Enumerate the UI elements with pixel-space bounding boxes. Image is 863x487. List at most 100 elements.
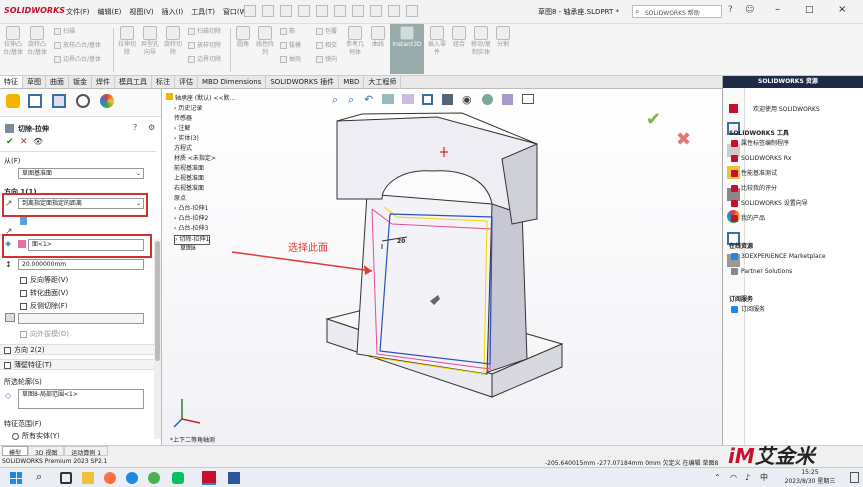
save-icon[interactable]	[298, 5, 310, 17]
tool-property-tab-builder[interactable]: 属性标签编制程序	[731, 140, 789, 148]
linear-pattern-button[interactable]: 线性阵列	[254, 26, 276, 57]
tab-dagongchengshi[interactable]: 大工程师	[364, 76, 402, 88]
thin-feature-section[interactable]: 薄壁特征(T)	[0, 359, 156, 370]
wrap-button[interactable]: 包覆	[316, 28, 337, 36]
wechat-icon[interactable]	[172, 472, 184, 484]
mirror-button[interactable]: 镜向	[316, 56, 337, 64]
translate-surface-checkbox[interactable]: 转化曲面(V)	[20, 288, 68, 298]
close-icon[interactable]: ×	[838, 4, 846, 15]
tab-mbd-dimensions[interactable]: MBD Dimensions	[198, 76, 267, 88]
sweep-button[interactable]: 扫描	[54, 28, 75, 36]
link-partner-solutions[interactable]: Partner Solutions	[731, 268, 792, 276]
draft-angle-input[interactable]	[18, 313, 144, 324]
curves-button[interactable]: 曲线	[367, 26, 389, 49]
tool-my-products[interactable]: 我的产品	[731, 215, 765, 223]
tray-chevron-icon[interactable]: ⌃	[714, 473, 721, 482]
volume-icon[interactable]: ♪	[745, 473, 750, 482]
tab-surfaces[interactable]: 曲面	[46, 76, 69, 88]
revolve-boss-button[interactable]: 旋转凸台/基体	[26, 26, 48, 57]
help-icon[interactable]: ?	[133, 123, 137, 132]
graphics-area[interactable]: ⌕ ⌕ ↶ ◉ 轴承座 (默认) <<默... › 历史记录 传感器 › 注解 …	[162, 89, 722, 445]
display-manager-icon[interactable]	[100, 94, 114, 108]
from-select[interactable]: 草图基准面 ⌄	[18, 168, 144, 179]
draft-button[interactable]: 拔模	[280, 42, 301, 50]
ok-icon[interactable]: ✔	[6, 137, 14, 147]
insert-part-button[interactable]: 插入零件	[426, 26, 448, 57]
new-file-icon[interactable]	[262, 5, 274, 17]
contours-list[interactable]: 草图8-局部范围<1>	[18, 389, 144, 409]
select-icon[interactable]	[352, 5, 364, 17]
configuration-manager-icon[interactable]	[52, 94, 66, 108]
welcome-link[interactable]: 欢迎使用 SOLIDWORKS	[753, 104, 820, 113]
intersect-button[interactable]: 相交	[316, 42, 337, 50]
property-manager-icon[interactable]	[28, 94, 42, 108]
clock[interactable]: 15:25 2023/8/30 星期三	[775, 468, 845, 486]
print-icon[interactable]	[316, 5, 328, 17]
fillet-button[interactable]: 圆角	[232, 26, 254, 49]
file-explorer-icon[interactable]	[82, 472, 94, 484]
tool-performance-benchmark[interactable]: 性能基准测试	[731, 170, 777, 178]
tab-mold-tools[interactable]: 模具工具	[115, 76, 152, 88]
help-search[interactable]: ⌕ SOLIDWORKS 帮助	[632, 5, 722, 18]
chrome-icon[interactable]	[148, 472, 160, 484]
menu-tools[interactable]: 工具(T)	[191, 7, 215, 17]
dimension-label[interactable]: 20	[397, 238, 405, 245]
model-3d[interactable]	[162, 89, 722, 445]
edge-icon[interactable]	[126, 472, 138, 484]
all-bodies-radio[interactable]: 所有实体(Y)	[12, 431, 60, 441]
rebuild-icon[interactable]	[370, 5, 382, 17]
tool-settings-wizard[interactable]: SOLIDWORKS 设置向导	[731, 200, 808, 208]
boundary-boss-button[interactable]: 边界凸台/基体	[54, 56, 101, 64]
tab-motion-study[interactable]: 运动算例 1	[64, 446, 109, 457]
split-button[interactable]: 分割	[492, 26, 514, 49]
user-icon[interactable]: ☺	[745, 5, 754, 15]
lofted-cut-button[interactable]: 放样切除	[188, 42, 221, 50]
revolve-cut-button[interactable]: 旋转切除	[162, 26, 184, 57]
tab-markup[interactable]: 标注	[152, 76, 175, 88]
rib-button[interactable]: 筋	[280, 28, 295, 36]
shell-button[interactable]: 抽壳	[280, 56, 301, 64]
tab-sheet-metal[interactable]: 钣金	[69, 76, 92, 88]
undo-icon[interactable]	[334, 5, 346, 17]
firefox-icon[interactable]	[104, 472, 116, 484]
file-properties-icon[interactable]	[388, 5, 400, 17]
direction2-section[interactable]: 方向 2(2)	[0, 344, 156, 355]
tab-evaluate[interactable]: 评估	[175, 76, 198, 88]
feature-manager-icon[interactable]	[6, 94, 20, 108]
tool-compare-scores[interactable]: 比较我的评分	[731, 185, 777, 193]
cancel-icon[interactable]: ✕	[20, 137, 28, 147]
notifications-icon[interactable]	[850, 472, 859, 483]
move-copy-body-button[interactable]: 移动/复制实体	[470, 26, 492, 57]
preview-icon[interactable]: 👁	[33, 137, 43, 146]
extrude-boss-button[interactable]: 拉伸凸台/基体	[2, 26, 24, 57]
help-icon[interactable]: ?	[728, 5, 733, 15]
open-file-icon[interactable]	[280, 5, 292, 17]
tab-sketch[interactable]: 草图	[23, 76, 46, 88]
tab-weldments[interactable]: 焊件	[92, 76, 115, 88]
tab-model[interactable]: 模型	[2, 446, 29, 457]
swept-cut-button[interactable]: 扫描切除	[188, 28, 221, 36]
tab-addins[interactable]: SOLIDWORKS 插件	[266, 76, 340, 88]
boundary-cut-button[interactable]: 边界切除	[188, 56, 221, 64]
maximize-icon[interactable]: □	[805, 5, 814, 15]
combine-button[interactable]: 组合	[448, 26, 470, 49]
search-icon[interactable]: ⌕	[36, 470, 42, 484]
task-view-icon[interactable]	[60, 472, 72, 484]
tab-mbd[interactable]: MBD	[339, 76, 365, 88]
draft-toggle-icon[interactable]	[5, 313, 15, 322]
dimxpert-icon[interactable]	[76, 94, 90, 108]
instant3d-button[interactable]: Instant3D	[390, 24, 424, 74]
pm-scrollbar[interactable]	[154, 239, 161, 439]
menu-edit[interactable]: 编辑(E)	[98, 7, 122, 17]
menu-file[interactable]: 文件(F)	[66, 7, 90, 17]
extrude-cut-button[interactable]: 拉伸切除	[116, 26, 138, 57]
reference-geometry-button[interactable]: 参考几何体	[344, 26, 366, 57]
draft-outward-checkbox[interactable]: 向外拔模(O)	[20, 329, 69, 339]
options-icon[interactable]	[406, 5, 418, 17]
word-icon[interactable]	[228, 472, 240, 484]
solidworks-taskbar-icon[interactable]	[202, 471, 216, 485]
flip-side-checkbox[interactable]: 反侧切除(F)	[20, 301, 68, 311]
reverse-offset-checkbox[interactable]: 反向等距(V)	[20, 275, 68, 285]
distance-input[interactable]: 20.000000mm	[18, 259, 144, 270]
tab-features[interactable]: 特征	[0, 76, 23, 88]
